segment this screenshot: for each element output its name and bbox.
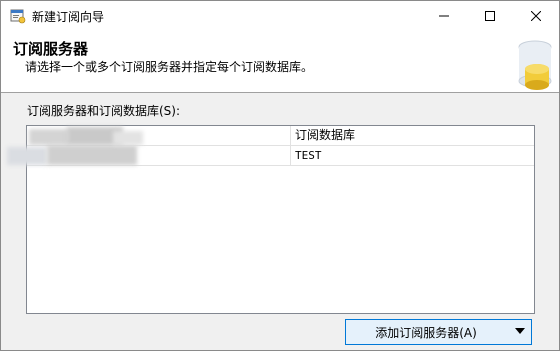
dropdown-arrow-icon[interactable] xyxy=(515,328,525,336)
banner-subtitle: 请选择一个或多个订阅服务器并指定每个订阅数据库。 xyxy=(25,60,314,74)
grid-label: 订阅服务器和订阅数据库(S): xyxy=(27,104,181,118)
window-title: 新建订阅向导 xyxy=(32,10,105,24)
title-bar[interactable]: 新建订阅向导 xyxy=(1,1,559,31)
app-icon xyxy=(10,9,26,24)
column-header-database[interactable]: 订阅数据库 xyxy=(291,126,534,146)
wizard-banner: 订阅服务器 请选择一个或多个订阅服务器并指定每个订阅数据库。 xyxy=(1,31,559,93)
maximize-button[interactable] xyxy=(467,1,513,31)
close-button[interactable] xyxy=(513,1,559,31)
button-divider xyxy=(508,323,509,341)
add-subscriber-button[interactable]: 添加订阅服务器(A) xyxy=(345,319,532,345)
maximize-icon xyxy=(485,11,495,21)
wizard-window: 新建订阅向导 订阅服务器 请选择一个或多个订阅服务器并指定每个订阅数据库。 订阅… xyxy=(0,0,560,351)
close-icon xyxy=(531,11,541,21)
banner-title: 订阅服务器 xyxy=(13,40,89,58)
minimize-button[interactable] xyxy=(421,1,467,31)
database-cell[interactable]: TEST xyxy=(291,146,534,166)
database-wizard-icon xyxy=(518,40,552,90)
add-subscriber-label: 添加订阅服务器(A) xyxy=(375,325,477,340)
minimize-icon xyxy=(439,15,449,17)
